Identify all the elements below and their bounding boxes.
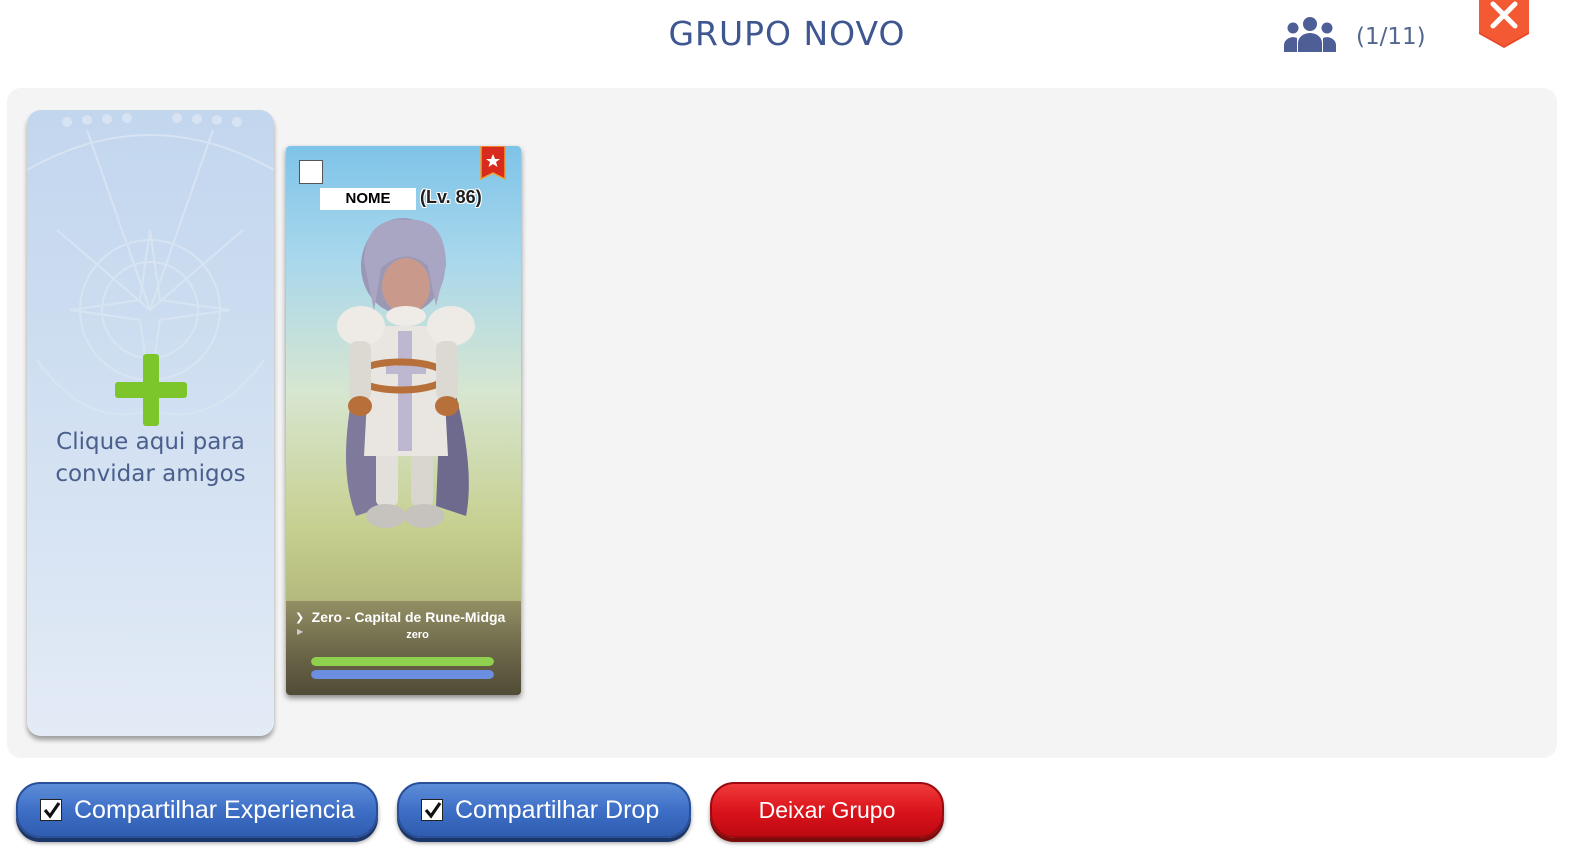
- share-drop-label: Compartilhar Drop: [455, 796, 660, 824]
- member-level: (Lv. 86): [420, 187, 482, 207]
- member-count-display: (1/11): [1284, 16, 1434, 60]
- share-experience-checkbox[interactable]: [40, 799, 62, 821]
- share-experience-button[interactable]: Compartilhar Experiencia: [16, 782, 378, 838]
- group-icon: [1284, 17, 1336, 52]
- member-server: zero: [406, 629, 429, 641]
- checkmark-icon: [424, 802, 442, 819]
- member-info: ❯ ▶ Zero - Capital de Rune-Midga zero: [286, 601, 521, 695]
- member-name: NOME: [320, 188, 416, 210]
- leader-star-icon: [480, 146, 506, 180]
- sp-bar: [311, 670, 494, 679]
- checkmark-icon: [43, 802, 61, 819]
- share-drop-button[interactable]: Compartilhar Drop: [397, 782, 691, 838]
- character-sprite: [337, 218, 475, 528]
- hp-bar: [311, 657, 494, 666]
- close-icon: [1479, 0, 1529, 48]
- invite-text: Clique aqui para convidar amigos: [55, 429, 246, 487]
- plus-icon: [115, 354, 187, 426]
- share-experience-label: Compartilhar Experiencia: [74, 796, 355, 824]
- member-count: (1/11): [1356, 24, 1426, 50]
- member-map: Zero - Capital de Rune-Midga: [311, 609, 506, 625]
- share-drop-checkbox[interactable]: [421, 799, 443, 821]
- invite-friends-card[interactable]: Clique aqui para convidar amigos: [27, 110, 274, 736]
- leave-group-label: Deixar Grupo: [758, 797, 896, 823]
- member-select-checkbox[interactable]: [299, 160, 323, 184]
- sp-bar-fill: [311, 670, 494, 679]
- close-button[interactable]: [1477, 0, 1531, 50]
- hp-bar-fill: [311, 657, 494, 666]
- party-member-card[interactable]: NOME (Lv. 86) ❯ ▶ Zero - Capital de Rune…: [286, 146, 521, 695]
- leave-group-button[interactable]: Deixar Grupo: [710, 782, 944, 838]
